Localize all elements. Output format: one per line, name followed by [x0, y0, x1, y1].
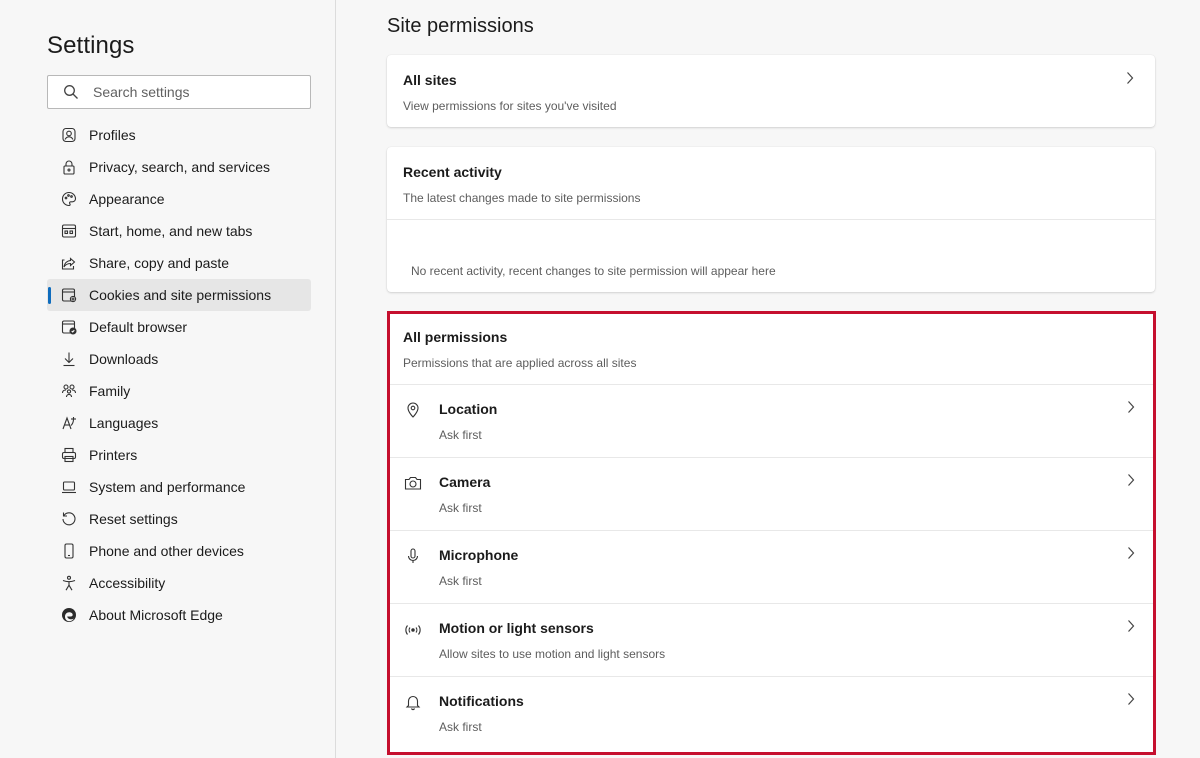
permission-status: Ask first: [439, 501, 482, 515]
all-sites-title: All sites: [403, 72, 457, 88]
permission-row-microphone[interactable]: Microphone Ask first: [390, 530, 1153, 603]
cookies-icon: [60, 286, 78, 304]
reset-icon: [60, 510, 78, 528]
divider: [390, 384, 1153, 385]
recent-activity-title: Recent activity: [403, 164, 502, 180]
sidebar-item-downloads[interactable]: Downloads: [47, 343, 311, 375]
sidebar-item-label: Phone and other devices: [89, 543, 244, 559]
permission-status: Allow sites to use motion and light sens…: [439, 647, 666, 661]
sidebar-item-label: System and performance: [89, 479, 246, 495]
all-permissions-title: All permissions: [403, 329, 508, 345]
permission-title: Camera: [439, 474, 491, 490]
share-icon: [60, 254, 78, 272]
sidebar-item-profiles[interactable]: Profiles: [47, 119, 311, 151]
sidebar-item-label: Accessibility: [89, 575, 166, 591]
sidebar-item-reset[interactable]: Reset settings: [47, 503, 311, 535]
chevron-right-icon: [1128, 620, 1135, 632]
sidebar-item-label: Family: [89, 383, 131, 399]
sidebar-title: Settings: [47, 32, 135, 59]
recent-activity-subtitle: The latest changes made to site permissi…: [403, 191, 641, 205]
search-box[interactable]: [47, 75, 311, 109]
sidebar-item-about[interactable]: About Microsoft Edge: [47, 599, 311, 631]
sidebar-item-cookies[interactable]: Cookies and site permissions: [47, 279, 311, 311]
sidebar-item-label: Profiles: [89, 127, 136, 143]
chevron-right-icon: [1128, 693, 1135, 705]
sidebar-item-label: Share, copy and paste: [89, 255, 230, 271]
sidebar-item-printers[interactable]: Printers: [47, 439, 311, 471]
sidebar-item-label: Default browser: [89, 319, 188, 335]
permission-status: Ask first: [439, 720, 482, 734]
divider: [390, 530, 1153, 531]
sidebar-item-label: Reset settings: [89, 511, 178, 527]
sidebar-item-accessibility[interactable]: Accessibility: [47, 567, 311, 599]
settings-sidebar: Settings Profiles Privacy, search, and s…: [0, 0, 336, 758]
all-permissions-subtitle: Permissions that are applied across all …: [403, 356, 637, 370]
camera-icon: [404, 476, 422, 490]
sidebar-item-start-home[interactable]: Start, home, and new tabs: [47, 215, 311, 247]
search-input[interactable]: [93, 84, 293, 100]
languages-icon: [60, 414, 78, 432]
sidebar-item-label: Languages: [89, 415, 159, 431]
sidebar-item-appearance[interactable]: Appearance: [47, 183, 311, 215]
permission-title: Location: [439, 401, 498, 417]
palette-icon: [60, 190, 78, 208]
permission-row-location[interactable]: Location Ask first: [390, 384, 1153, 457]
permission-row-camera[interactable]: Camera Ask first: [390, 457, 1153, 530]
recent-activity-empty-message: No recent activity, recent changes to si…: [411, 264, 776, 278]
permission-title: Notifications: [439, 693, 524, 709]
lock-icon: [60, 158, 78, 176]
sidebar-item-label: Privacy, search, and services: [89, 159, 271, 175]
browser-icon: [60, 318, 78, 336]
edge-icon: [60, 606, 78, 624]
permission-row-motion-sensors[interactable]: Motion or light sensors Allow sites to u…: [390, 603, 1153, 676]
all-sites-card[interactable]: All sites View permissions for sites you…: [387, 55, 1155, 127]
permission-row-notifications[interactable]: Notifications Ask first: [390, 676, 1153, 749]
sidebar-item-label: Appearance: [89, 191, 165, 207]
bell-icon: [405, 695, 421, 711]
phone-icon: [60, 542, 78, 560]
family-icon: [60, 382, 78, 400]
sidebar-item-label: About Microsoft Edge: [89, 607, 223, 623]
chevron-right-icon: [1128, 547, 1135, 559]
sidebar-item-label: Printers: [89, 447, 138, 463]
permission-title: Microphone: [439, 547, 519, 563]
home-tabs-icon: [60, 222, 78, 240]
profile-icon: [60, 126, 78, 144]
sidebar-item-system[interactable]: System and performance: [47, 471, 311, 503]
divider: [387, 219, 1155, 220]
sidebar-item-phone[interactable]: Phone and other devices: [47, 535, 311, 567]
chevron-right-icon: [1128, 474, 1135, 486]
search-icon: [64, 85, 78, 99]
sensor-icon: [405, 625, 421, 635]
settings-nav: Profiles Privacy, search, and services A…: [47, 119, 311, 631]
sidebar-item-privacy[interactable]: Privacy, search, and services: [47, 151, 311, 183]
sidebar-item-default-browser[interactable]: Default browser: [47, 311, 311, 343]
permission-title: Motion or light sensors: [439, 620, 594, 636]
location-pin-icon: [407, 402, 419, 418]
laptop-icon: [60, 478, 78, 496]
all-sites-subtitle: View permissions for sites you've visite…: [403, 99, 617, 113]
printer-icon: [60, 446, 78, 464]
divider: [390, 603, 1153, 604]
page-title: Site permissions: [387, 15, 534, 37]
accessibility-icon: [60, 574, 78, 592]
chevron-right-icon: [1128, 401, 1135, 413]
microphone-icon: [407, 548, 419, 563]
recent-activity-card: Recent activity The latest changes made …: [387, 147, 1155, 292]
sidebar-item-family[interactable]: Family: [47, 375, 311, 407]
divider: [390, 676, 1153, 677]
permission-status: Ask first: [439, 574, 482, 588]
chevron-right-icon: [1127, 72, 1134, 84]
all-permissions-card: All permissions Permissions that are app…: [387, 311, 1156, 755]
sidebar-item-languages[interactable]: Languages: [47, 407, 311, 439]
sidebar-item-label: Downloads: [89, 351, 159, 367]
permission-status: Ask first: [439, 428, 482, 442]
sidebar-item-label: Start, home, and new tabs: [89, 223, 253, 239]
sidebar-item-share-copy[interactable]: Share, copy and paste: [47, 247, 311, 279]
sidebar-item-label: Cookies and site permissions: [89, 287, 272, 303]
divider: [390, 457, 1153, 458]
download-icon: [60, 350, 78, 368]
